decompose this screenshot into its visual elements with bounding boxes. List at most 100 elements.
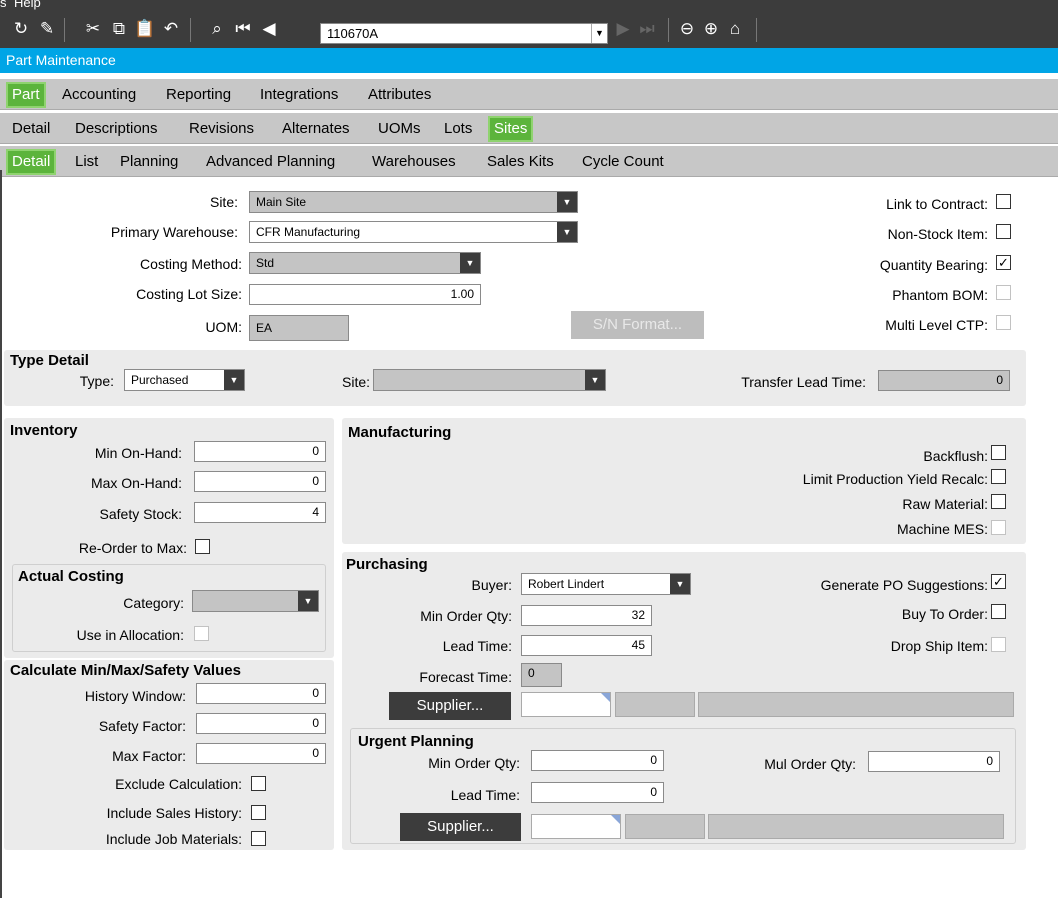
part-number-combo[interactable]: 110670A ▼ <box>320 23 608 44</box>
drop-ship-item-checkbox[interactable] <box>991 637 1006 652</box>
lead-time-label: Lead Time: <box>442 638 512 654</box>
tab-cycle-count[interactable]: Cycle Count <box>582 152 664 172</box>
supplier-id-field[interactable] <box>521 692 611 717</box>
urgent-supplier-button[interactable]: Supplier... <box>400 813 521 841</box>
chevron-down-icon[interactable]: ▼ <box>298 591 318 611</box>
max-factor-label: Max Factor: <box>112 748 186 764</box>
last-record-icon[interactable]: ⏭ <box>636 18 658 40</box>
forecast-time-field: 0 <box>521 663 562 687</box>
exclude-calculation-checkbox[interactable] <box>251 776 266 791</box>
costing-lot-size-field[interactable]: 1.00 <box>249 284 481 305</box>
costing-method-combo[interactable]: Std ▼ <box>249 252 481 274</box>
category-label: Category: <box>123 595 184 611</box>
quantity-bearing-checkbox[interactable]: ✓ <box>996 255 1011 270</box>
urgent-supplier-id-field[interactable] <box>531 814 621 839</box>
mul-order-qty-label: Mul Order Qty: <box>764 756 856 772</box>
tab-alternates[interactable]: Alternates <box>282 119 350 139</box>
copy-icon[interactable]: ⧉ <box>108 18 130 40</box>
home-icon[interactable]: ⌂ <box>724 18 746 40</box>
first-record-icon[interactable]: ⏮ <box>232 18 254 40</box>
max-on-hand-field[interactable]: 0 <box>194 471 326 492</box>
include-sales-history-checkbox[interactable] <box>251 805 266 820</box>
tab-revisions[interactable]: Revisions <box>189 119 254 139</box>
history-window-field[interactable]: 0 <box>196 683 326 704</box>
max-factor-field[interactable]: 0 <box>196 743 326 764</box>
cut-icon[interactable]: ✂ <box>82 18 104 40</box>
clear-icon[interactable]: ✎ <box>36 18 58 40</box>
paste-icon[interactable]: 📋 <box>134 18 156 40</box>
tab-uoms[interactable]: UOMs <box>378 119 421 139</box>
category-combo[interactable]: ▼ <box>192 590 319 612</box>
chevron-down-icon[interactable]: ▼ <box>460 253 480 273</box>
chevron-down-icon[interactable]: ▼ <box>557 222 577 242</box>
urgent-min-order-qty-field[interactable]: 0 <box>531 750 664 771</box>
mul-order-qty-field[interactable]: 0 <box>868 751 1000 772</box>
tab-part[interactable]: Part <box>6 82 46 108</box>
tab-integrations[interactable]: Integrations <box>260 85 338 105</box>
phantom-bom-checkbox[interactable] <box>996 285 1011 300</box>
purchasing-title: Purchasing <box>346 556 428 573</box>
tab-attributes[interactable]: Attributes <box>368 85 431 105</box>
raw-material-checkbox[interactable] <box>991 494 1006 509</box>
chevron-down-icon[interactable]: ▼ <box>557 192 577 212</box>
tab-descriptions[interactable]: Descriptions <box>75 119 158 139</box>
reorder-to-max-checkbox[interactable] <box>195 539 210 554</box>
machine-mes-checkbox[interactable] <box>991 520 1006 535</box>
site-combo[interactable]: Main Site ▼ <box>249 191 578 213</box>
chevron-down-icon[interactable]: ▼ <box>585 370 605 390</box>
min-on-hand-field[interactable]: 0 <box>194 441 326 462</box>
tab-advanced-planning[interactable]: Advanced Planning <box>206 152 335 172</box>
tab-site-detail[interactable]: Detail <box>6 149 57 175</box>
type-value: Purchased <box>131 373 189 387</box>
type-site-combo[interactable]: ▼ <box>373 369 606 391</box>
multi-level-ctp-checkbox[interactable] <box>996 315 1011 330</box>
menu-item-partial[interactable]: s <box>0 0 7 9</box>
chevron-down-icon[interactable]: ▼ <box>591 24 607 43</box>
tab-warehouses[interactable]: Warehouses <box>372 152 456 172</box>
quantity-bearing-label: Quantity Bearing: <box>879 257 988 273</box>
primary-warehouse-combo[interactable]: CFR Manufacturing ▼ <box>249 221 578 243</box>
generate-po-suggestions-checkbox[interactable]: ✓ <box>991 574 1006 589</box>
chevron-down-icon[interactable]: ▼ <box>670 574 690 594</box>
lead-time-field[interactable]: 45 <box>521 635 652 656</box>
min-order-qty-field[interactable]: 32 <box>521 605 652 626</box>
chevron-down-icon[interactable]: ▼ <box>224 370 244 390</box>
tab-sales-kits[interactable]: Sales Kits <box>487 152 554 172</box>
safety-stock-field[interactable]: 4 <box>194 502 326 523</box>
tab-sites[interactable]: Sites <box>488 116 534 142</box>
tab-planning[interactable]: Planning <box>120 152 178 172</box>
tab-list[interactable]: List <box>75 152 98 172</box>
link-to-contract-checkbox[interactable] <box>996 194 1011 209</box>
previous-record-icon[interactable]: ◀ <box>258 18 280 40</box>
sn-format-button[interactable]: S/N Format... <box>571 311 704 339</box>
include-job-materials-checkbox[interactable] <box>251 831 266 846</box>
next-record-icon[interactable]: ▶ <box>612 18 634 40</box>
forward-icon[interactable]: ⊕ <box>700 18 722 40</box>
undo-icon[interactable]: ↶ <box>160 18 182 40</box>
multi-level-ctp-label: Multi Level CTP: <box>885 317 988 333</box>
refresh-icon[interactable]: ↻ <box>10 18 32 40</box>
menu-item-help[interactable]: Help <box>14 0 41 9</box>
include-job-materials-label: Include Job Materials: <box>105 831 242 847</box>
actual-costing-title: Actual Costing <box>18 568 124 585</box>
type-combo[interactable]: Purchased ▼ <box>124 369 245 391</box>
tab-reporting[interactable]: Reporting <box>166 85 231 105</box>
safety-factor-field[interactable]: 0 <box>196 713 326 734</box>
backflush-checkbox[interactable] <box>991 445 1006 460</box>
type-site-label: Site: <box>342 374 371 390</box>
back-icon[interactable]: ⊖ <box>676 18 698 40</box>
uom-label: UOM: <box>205 319 242 335</box>
tab-accounting[interactable]: Accounting <box>62 85 136 105</box>
search-icon[interactable]: ⌕ <box>206 18 228 40</box>
supplier-button[interactable]: Supplier... <box>389 692 511 720</box>
tab-lots[interactable]: Lots <box>444 119 472 139</box>
non-stock-item-checkbox[interactable] <box>996 224 1011 239</box>
buy-to-order-checkbox[interactable] <box>991 604 1006 619</box>
tab-detail[interactable]: Detail <box>12 119 50 139</box>
buyer-combo[interactable]: Robert Lindert ▼ <box>521 573 691 595</box>
urgent-lead-time-field[interactable]: 0 <box>531 782 664 803</box>
toolbar-separator <box>64 18 65 42</box>
limit-production-yield-checkbox[interactable] <box>991 469 1006 484</box>
calculate-title: Calculate Min/Max/Safety Values <box>10 662 241 679</box>
use-in-allocation-checkbox[interactable] <box>194 626 209 641</box>
